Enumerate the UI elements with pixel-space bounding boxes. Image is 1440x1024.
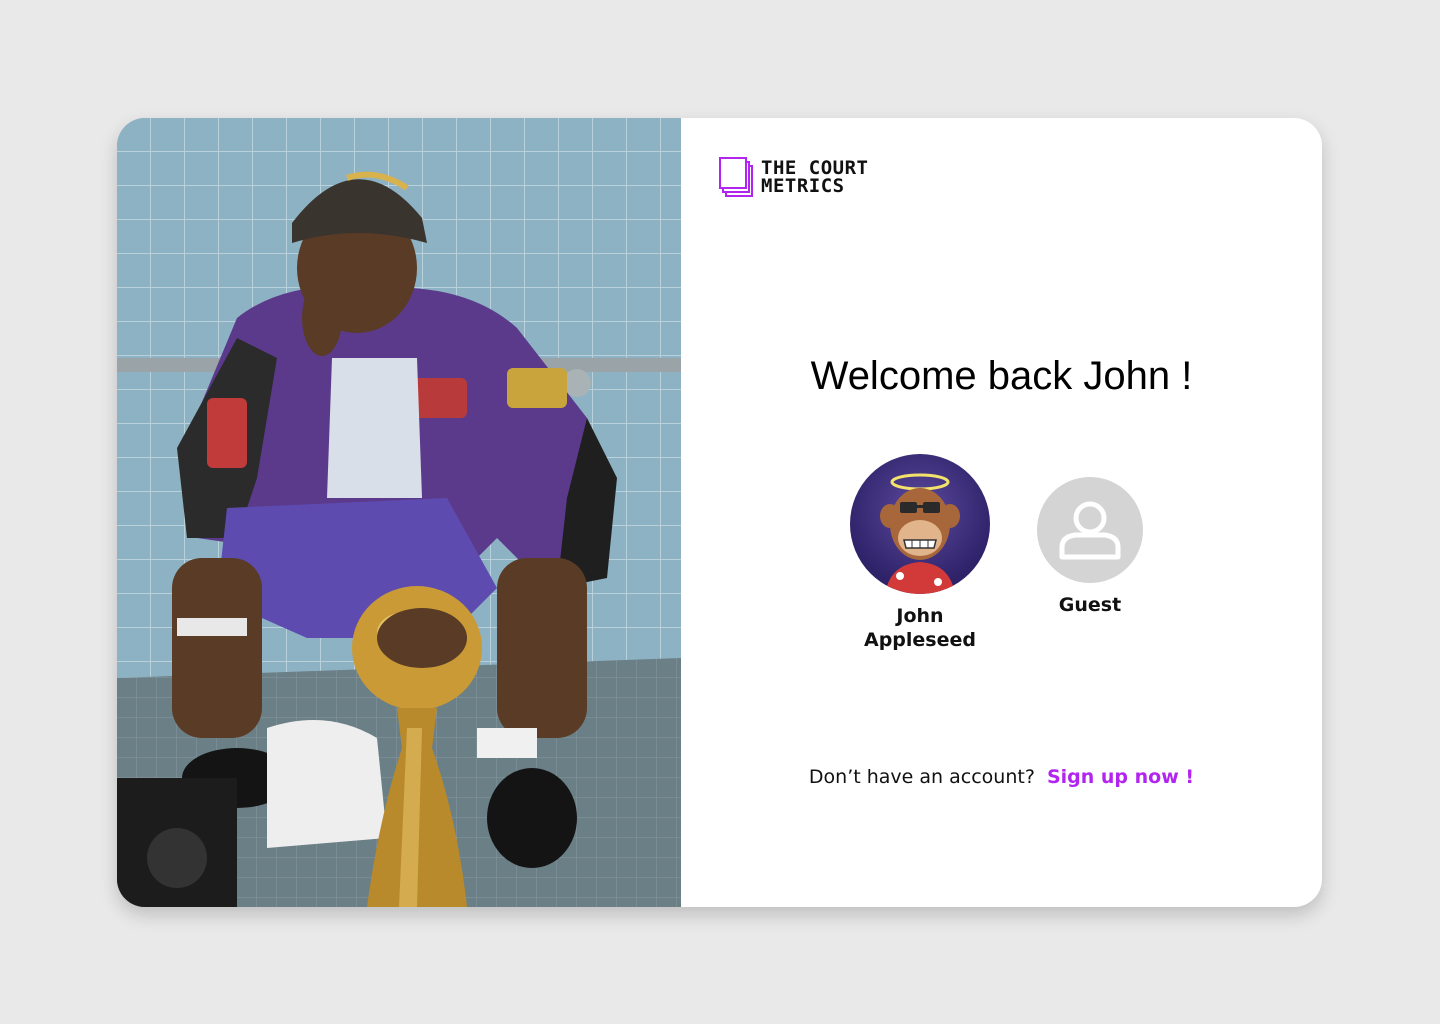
signup-link[interactable]: Sign up now ! (1047, 766, 1194, 788)
profile-name-john[interactable]: John Appleseed (845, 604, 995, 652)
profile-john-appleseed[interactable]: John Appleseed (850, 454, 990, 652)
hero-photo (117, 118, 681, 907)
stacked-pages-icon (719, 157, 753, 197)
guest-avatar[interactable] (1037, 477, 1143, 583)
brand-name-line2: METRICS (761, 175, 845, 197)
welcome-title: Welcome back John ! (810, 354, 1193, 398)
ape-avatar-icon (880, 473, 960, 594)
login-panel: THE COURT METRICS Welcome back John ! Jo… (681, 118, 1322, 907)
brand-logo[interactable]: THE COURT METRICS (719, 156, 868, 198)
brand-name: THE COURT METRICS (761, 159, 868, 197)
user-icon (1059, 501, 1121, 560)
ape-avatar[interactable] (850, 454, 990, 594)
login-card: THE COURT METRICS Welcome back John ! Jo… (117, 118, 1322, 907)
profile-guest[interactable]: Guest (1037, 477, 1143, 617)
signup-prompt: Don’t have an account? (808, 766, 1035, 788)
signup-row: Don’t have an account? Sign up now ! (681, 766, 1322, 788)
hero-photo-illustration (117, 118, 681, 907)
profile-name-guest[interactable]: Guest (1059, 593, 1121, 617)
